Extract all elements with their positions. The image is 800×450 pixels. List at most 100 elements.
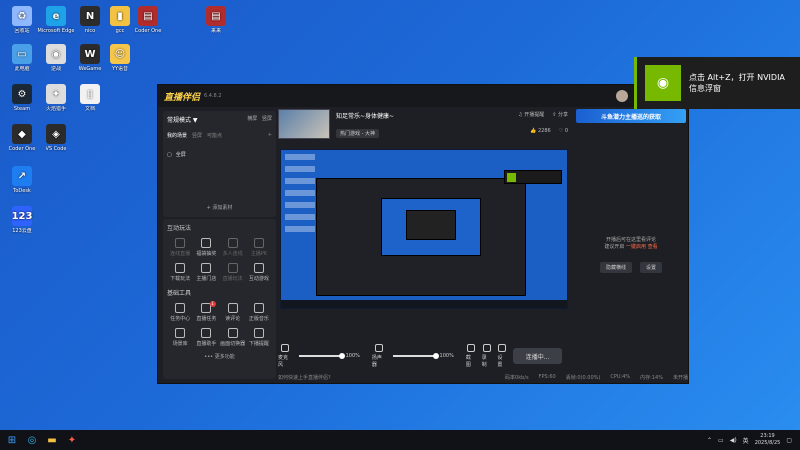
record-label: 录制 [481, 355, 487, 368]
scene-item-fullscreen[interactable]: ▢ 全屏 [167, 151, 272, 159]
tool-button[interactable]: 连线直播 [167, 238, 193, 257]
mic-volume-slider[interactable] [298, 353, 345, 359]
tool-button[interactable]: 读评论 [220, 303, 246, 322]
hearts-count: ♡ 0 [559, 128, 568, 134]
app-icon: ☺ [110, 44, 130, 64]
view-link[interactable]: 查看 [648, 244, 658, 250]
tool-button[interactable]: 主播门店 [193, 263, 219, 282]
stream-area: 知足常乐~身体健康~ 热门游戏 - 大神 ♫ 开播提醒 ⇪ 分享 👍 2286 … [278, 107, 568, 383]
promo-banner[interactable]: 斗鱼潜力主播巡的获取 [576, 109, 686, 123]
volume-icon[interactable]: ◀) [730, 437, 737, 444]
tool-button[interactable]: 主播PK [246, 238, 272, 257]
help-link[interactable]: 如何快速上手直播伴侣? [278, 374, 331, 381]
tool-icon [175, 263, 186, 273]
speaker-control[interactable]: 扬声器 [372, 344, 387, 368]
folder-taskbar-icon[interactable]: ▬ [44, 432, 60, 448]
desktop-icon-label: VS Code [45, 146, 67, 152]
tool-button[interactable]: 直播助手 [193, 328, 219, 347]
category-tag[interactable]: 热门游戏 - 大神 [336, 129, 379, 138]
tool-button[interactable]: 下播提醒 [246, 328, 272, 347]
scene-tabs: 我的场景 竖屏 可能点 + [167, 132, 272, 139]
desktop-icon[interactable]: ↗ ToDesk [2, 166, 42, 210]
desktop-icon[interactable]: ▤ 来来 [196, 6, 236, 50]
add-source-button[interactable]: + 添加素材 [163, 204, 276, 211]
mic-volume-value: 100% [345, 353, 360, 359]
tool-button[interactable]: 互动游戏 [246, 263, 272, 282]
app-icon: ♻ [12, 6, 32, 26]
mic-control[interactable]: 麦克风 [278, 344, 293, 368]
desktop-icon-label: 回收站 [14, 28, 30, 34]
desktop-icon-label: Coder One [134, 28, 162, 34]
desktop-icon-label: 123云盘 [12, 228, 32, 234]
tool-button[interactable]: 1 直播任务 [193, 301, 219, 322]
language-indicator[interactable]: 英 [743, 436, 749, 445]
app-icon: ▮ [110, 6, 130, 26]
scene-panel: 常规模式 ▼ 横屏 竖屏 我的场景 竖屏 可能点 + ▢ 全屏 + 添加素材 [163, 111, 276, 217]
desktop-icon-label: gcc [115, 28, 125, 34]
notification-center-icon[interactable]: ▢ [786, 437, 792, 444]
interact-section-title: 互动玩法 [167, 225, 192, 232]
tool-button[interactable]: 多人连线 [220, 238, 246, 257]
tool-button[interactable]: 正版音乐 [246, 303, 272, 322]
hearts-value: 0 [564, 128, 568, 134]
tool-icon [175, 303, 186, 313]
speaker-volume-slider[interactable] [392, 353, 439, 359]
desktop-icon[interactable]: ☺ YY语音 [100, 44, 140, 88]
tool-button[interactable]: 下载玩法 [167, 263, 193, 282]
app-icon: ◆ [12, 124, 32, 144]
tab-other[interactable]: 可能点 [207, 132, 222, 139]
microphone-icon [281, 344, 290, 352]
desktop-icon[interactable]: ▯ 文档 [70, 84, 110, 128]
tool-button[interactable]: 画面切换器 [220, 328, 246, 347]
portrait-option[interactable]: 竖屏 [262, 116, 272, 122]
record-button[interactable]: 录制 [482, 344, 492, 368]
app-icon: ✦ [46, 84, 66, 104]
share-button[interactable]: ⇪ 分享 [552, 111, 568, 118]
tool-button[interactable]: 场景库 [167, 328, 193, 347]
tool-label: 直播玩法 [222, 276, 243, 282]
orientation-options: 横屏 竖屏 [247, 115, 272, 124]
avatar[interactable] [616, 90, 628, 102]
tool-button[interactable]: 任务中心 [167, 303, 193, 322]
tool-icon [253, 303, 264, 313]
tool-label: 直播助手 [196, 341, 217, 347]
windows-start-icon[interactable]: ⊞ [4, 432, 20, 448]
preview-nested-window [406, 210, 456, 240]
enable-link[interactable]: 一键启用 [626, 244, 646, 250]
tool-label: 正版音乐 [248, 316, 269, 322]
clock[interactable]: 23:19 2025/8/25 [755, 433, 781, 447]
desktop-icon[interactable]: 123 123云盘 [2, 206, 42, 250]
mic-label: 麦克风 [278, 355, 289, 368]
settings-button[interactable]: 设置 [497, 344, 507, 368]
more-features-button[interactable]: ••• 更多功能 [167, 353, 272, 360]
tab-my-scenes[interactable]: 我的场景 [167, 132, 187, 139]
live-companion-taskbar-icon[interactable]: ✦ [64, 432, 80, 448]
tab-portrait[interactable]: 竖屏 [192, 132, 202, 139]
mode-dropdown[interactable]: 常规模式 ▼ [167, 115, 198, 124]
tool-label: 福袋抽奖 [196, 251, 217, 257]
desktop-icon-label: 火焰猎手 [45, 106, 66, 112]
edge-taskbar-icon[interactable]: ◎ [24, 432, 40, 448]
stream-title[interactable]: 知足常乐~身体健康~ [336, 111, 394, 120]
right-panel-buttons: 隐藏横线 设置 [576, 262, 686, 273]
tool-button[interactable]: 福袋抽奖 [193, 238, 219, 257]
screenshot-button[interactable]: 截图 [466, 344, 476, 368]
go-live-button[interactable]: 连播中... [513, 348, 563, 364]
desktop-icon[interactable]: ◈ VS Code [36, 124, 76, 168]
landscape-option[interactable]: 横屏 [247, 116, 257, 122]
basic-tools-grid: 任务中心 1 直播任务 读评论 正版音乐场景库 直播助手 画面切换器 下播提醒 [167, 301, 272, 347]
reminder-button[interactable]: ♫ 开播提醒 [518, 111, 544, 118]
stream-cover-thumbnail[interactable] [278, 109, 330, 139]
right-settings-button[interactable]: 设置 [640, 262, 663, 273]
app-logo: 直播伴侣 [164, 92, 201, 103]
network-icon[interactable]: ▭ [718, 437, 724, 444]
stream-preview[interactable] [280, 149, 568, 309]
chevron-up-icon[interactable]: ⌃ [707, 437, 712, 444]
nvidia-notification[interactable]: ◉ 点击 Alt+Z，打开 NVIDIA 信息浮窗 [634, 57, 800, 109]
tool-label: 直播任务 [196, 316, 217, 322]
hide-lines-button[interactable]: 隐藏横线 [599, 262, 632, 273]
tool-button[interactable]: 直播玩法 [220, 263, 246, 282]
tool-label: 主播门店 [196, 276, 217, 282]
preview-desktop-icons [285, 154, 315, 234]
add-scene-icon[interactable]: + [268, 132, 272, 139]
